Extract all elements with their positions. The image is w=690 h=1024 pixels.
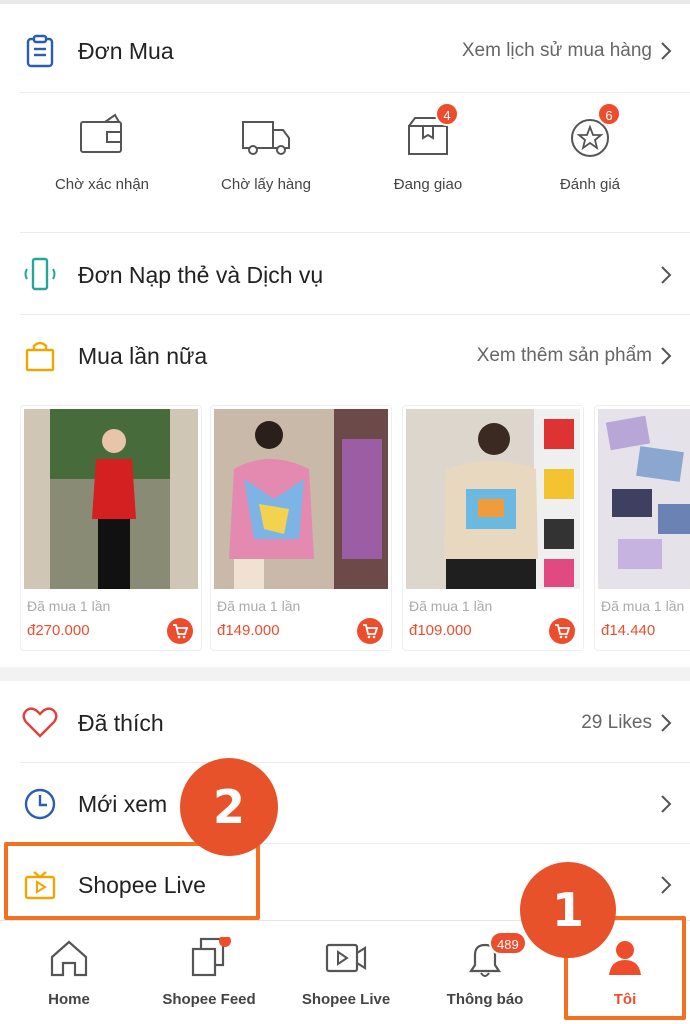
see-more-label: Xem thêm sản phẩm [476, 345, 652, 366]
review-badge: 6 [597, 102, 621, 126]
topup-chevron[interactable] [652, 264, 674, 286]
orders-row[interactable]: Đơn Mua Xem lịch sử mua hàng [0, 28, 690, 74]
chevron-right-icon [661, 347, 672, 365]
shipping-badge: 4 [435, 102, 459, 126]
product-price: đ14.440 [601, 622, 656, 639]
product-price: đ270.000 [27, 622, 90, 639]
add-to-cart-button[interactable] [549, 618, 575, 644]
buy-again-carousel[interactable]: Đã mua 1 lần đ270.000 Đã mua 1 lần đ149.… [0, 405, 690, 653]
divider [20, 762, 690, 763]
product-image [214, 409, 388, 589]
add-to-cart-button[interactable] [357, 618, 383, 644]
status-pending-pickup[interactable]: Chờ lấy hàng [186, 110, 346, 193]
product-price: đ109.000 [409, 622, 472, 639]
nav-notifications[interactable]: 489 Thông báo [416, 931, 554, 1008]
chevron-right-icon [661, 42, 672, 60]
divider [20, 314, 690, 315]
phone-icon [20, 255, 60, 295]
chevron-right-icon [661, 266, 672, 284]
bought-count: Đã mua 1 lần [27, 598, 111, 614]
package-icon: 4 [401, 102, 459, 164]
product-image [406, 409, 580, 589]
order-history-label: Xem lịch sử mua hàng [461, 40, 652, 61]
product-image [598, 409, 690, 589]
video-icon [324, 937, 368, 979]
step-1-marker: 1 [520, 862, 616, 958]
shopping-bag-icon [20, 336, 60, 376]
cart-icon [555, 624, 570, 639]
section-separator [0, 667, 690, 681]
topup-row[interactable]: Đơn Nạp thẻ và Dịch vụ [0, 252, 690, 298]
nav-label: Thông báo [446, 991, 524, 1008]
status-review[interactable]: 6 Đánh giá [510, 102, 670, 193]
star-icon: 6 [563, 102, 621, 164]
top-edge [0, 0, 690, 4]
likes-count-link[interactable]: 29 Likes [581, 712, 674, 734]
status-label: Đánh giá [559, 176, 621, 193]
orders-title: Đơn Mua [78, 37, 174, 64]
bought-count: Đã mua 1 lần [601, 598, 685, 614]
clipboard-icon [20, 31, 60, 71]
divider [20, 232, 690, 233]
clock-icon [20, 784, 60, 824]
cart-icon [363, 624, 378, 639]
product-card[interactable]: Đã mua 1 lần đ14.440 [594, 405, 690, 651]
nav-label: Shopee Live [301, 991, 391, 1008]
nav-shopee-feed[interactable]: Shopee Feed [140, 935, 278, 1008]
home-icon [47, 937, 91, 979]
status-pending-confirm[interactable]: Chờ xác nhận [22, 110, 182, 193]
bell-icon: 489 [463, 931, 527, 979]
bought-count: Đã mua 1 lần [409, 598, 493, 614]
heart-icon [20, 703, 60, 743]
nav-label: Shopee Feed [162, 991, 256, 1008]
step-2-marker: 2 [180, 758, 278, 856]
product-card[interactable]: Đã mua 1 lần đ270.000 [20, 405, 202, 651]
recently-viewed-chevron[interactable] [652, 793, 674, 815]
status-shipping[interactable]: 4 Đang giao [348, 102, 508, 193]
product-price: đ149.000 [217, 622, 280, 639]
chevron-right-icon [661, 714, 672, 732]
notification-badge: 489 [489, 931, 527, 955]
status-label: Đang giao [393, 176, 463, 193]
recently-viewed-row[interactable]: Mới xem [0, 781, 690, 827]
status-label: Chờ xác nhận [54, 176, 150, 193]
likes-count: 29 Likes [581, 712, 652, 733]
nav-home[interactable]: Home [0, 937, 138, 1008]
wallet-icon [75, 110, 129, 164]
buy-again-title: Mua lần nữa [78, 342, 208, 369]
divider [20, 92, 690, 93]
add-to-cart-button[interactable] [167, 618, 193, 644]
status-label: Chờ lấy hàng [221, 176, 311, 193]
product-card[interactable]: Đã mua 1 lần đ149.000 [210, 405, 392, 651]
shopee-live-chevron[interactable] [652, 874, 674, 896]
topup-title: Đơn Nạp thẻ và Dịch vụ [78, 261, 324, 288]
order-history-link[interactable]: Xem lịch sử mua hàng [462, 40, 674, 62]
product-image [24, 409, 198, 589]
liked-title: Đã thích [78, 709, 164, 736]
liked-row[interactable]: Đã thích 29 Likes [0, 700, 690, 746]
recently-viewed-title: Mới xem [78, 790, 168, 817]
nav-label: Home [48, 991, 90, 1008]
product-card[interactable]: Đã mua 1 lần đ109.000 [402, 405, 584, 651]
buy-again-row[interactable]: Mua lần nữa Xem thêm sản phẩm [0, 333, 690, 379]
chevron-right-icon [661, 795, 672, 813]
bought-count: Đã mua 1 lần [217, 598, 301, 614]
nav-shopee-live[interactable]: Shopee Live [277, 937, 415, 1008]
chevron-right-icon [661, 876, 672, 894]
truck-icon [239, 110, 293, 164]
see-more-link[interactable]: Xem thêm sản phẩm [477, 345, 674, 367]
cart-icon [173, 624, 188, 639]
feed-icon [187, 935, 231, 979]
